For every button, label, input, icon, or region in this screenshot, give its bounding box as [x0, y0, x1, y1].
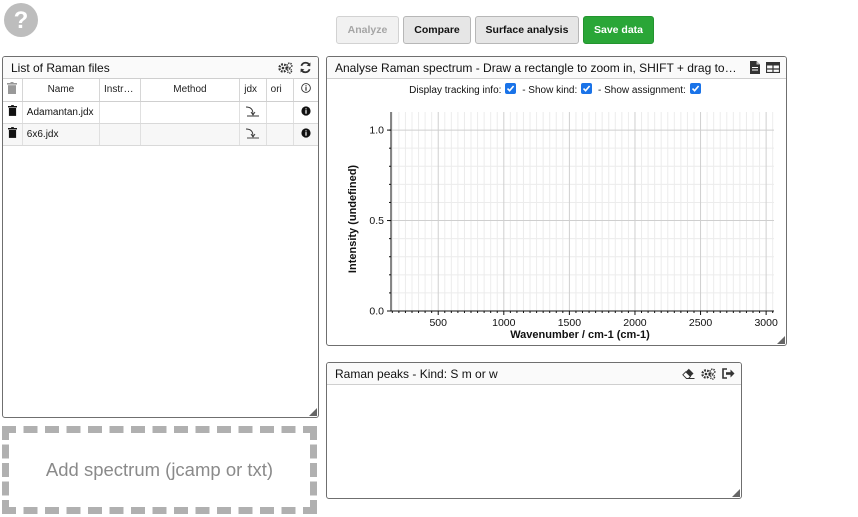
files-table: Name Instr… Method jdx ori Adamantan.jdx…: [3, 79, 318, 146]
files-panel-header: List of Raman files: [3, 57, 318, 79]
resize-handle-icon[interactable]: [732, 489, 740, 497]
raman-peaks-panel: Raman peaks - Kind: S m or w: [326, 362, 742, 499]
column-method[interactable]: Method: [140, 79, 241, 102]
files-panel-title: List of Raman files: [11, 60, 110, 75]
column-info: [293, 79, 318, 102]
trash-icon[interactable]: [7, 105, 17, 116]
add-spectrum-dropzone[interactable]: Add spectrum (jcamp or txt): [2, 426, 317, 514]
info-icon[interactable]: [301, 105, 311, 116]
save-data-button[interactable]: Save data: [583, 16, 654, 44]
file-ori: [266, 123, 295, 146]
resize-handle-icon[interactable]: [777, 336, 785, 344]
table-row[interactable]: 6x6.jdx: [3, 123, 318, 146]
files-table-header: Name Instr… Method jdx ori: [3, 79, 318, 102]
x-tick-label: 3000: [754, 317, 778, 329]
x-tick-label: 1000: [492, 317, 516, 329]
eraser-icon[interactable]: [682, 368, 695, 379]
x-tick-label: 1500: [558, 317, 582, 329]
trash-icon[interactable]: [7, 127, 17, 138]
surface-analysis-button[interactable]: Surface analysis: [475, 16, 579, 44]
column-jdx[interactable]: jdx: [239, 79, 267, 102]
x-tick-label: 500: [429, 317, 447, 329]
settings-gears-icon[interactable]: [701, 367, 716, 380]
refresh-icon[interactable]: [299, 61, 312, 74]
download-jdx-icon[interactable]: [244, 127, 260, 139]
export-arrow-icon[interactable]: [722, 368, 735, 379]
delete-all-column[interactable]: [3, 79, 23, 102]
raman-files-panel: List of Raman files Name Instr… Method j…: [2, 56, 319, 418]
trash-icon[interactable]: [7, 82, 18, 95]
x-tick-label: 2000: [623, 317, 647, 329]
compare-button[interactable]: Compare: [403, 16, 471, 44]
add-spectrum-label: Add spectrum (jcamp or txt): [45, 459, 274, 480]
download-jdx-icon[interactable]: [244, 105, 260, 117]
info-outline-icon: [301, 83, 311, 94]
info-icon[interactable]: [301, 127, 311, 138]
analyze-button[interactable]: Analyze: [336, 16, 399, 44]
file-ori: [266, 101, 295, 124]
file-method: [140, 101, 241, 124]
help-icon[interactable]: ?: [3, 2, 39, 38]
svg-text:?: ?: [14, 7, 29, 34]
x-tick-label: 2500: [689, 317, 713, 329]
peaks-panel-title: Raman peaks - Kind: S m or w: [335, 366, 498, 381]
y-tick-label: 1.0: [369, 125, 384, 137]
column-instrument[interactable]: Instr…: [99, 79, 141, 102]
y-tick-label: 0.0: [369, 306, 384, 318]
file-name[interactable]: 6x6.jdx: [22, 123, 101, 146]
file-instrument: [99, 101, 141, 124]
file-instrument: [99, 123, 141, 146]
resize-handle-icon[interactable]: [309, 408, 317, 416]
x-axis-label: Wavenumber / cm-1 (cm-1): [510, 329, 650, 341]
column-ori[interactable]: ori: [266, 79, 295, 102]
spectrum-chart[interactable]: 500 1000 1500 2000 2500 3000 0.0 0.5 1.0 Wavenum…: [327, 57, 786, 345]
y-tick-label: 0.5: [369, 215, 384, 227]
column-name[interactable]: Name: [22, 79, 101, 102]
spectrum-panel: Analyse Raman spectrum - Draw a rectangl…: [326, 56, 787, 346]
table-row[interactable]: Adamantan.jdx: [3, 101, 318, 124]
settings-gears-icon[interactable]: [278, 61, 293, 74]
peaks-panel-header: Raman peaks - Kind: S m or w: [327, 363, 741, 385]
file-name[interactable]: Adamantan.jdx: [22, 101, 101, 124]
y-axis-label: Intensity (undefined): [347, 165, 359, 274]
file-method: [140, 123, 241, 146]
